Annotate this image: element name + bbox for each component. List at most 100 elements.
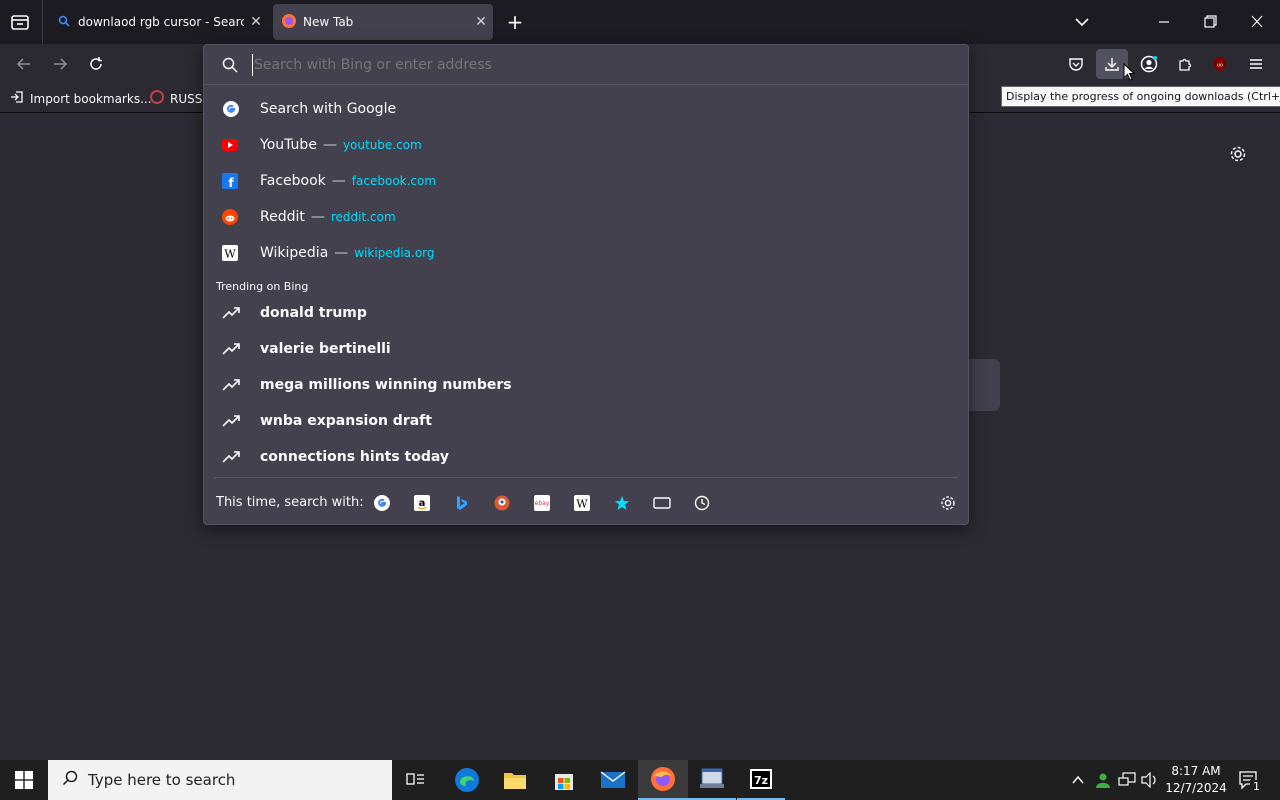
- duckduckgo-engine-icon[interactable]: [492, 493, 512, 513]
- volume-icon[interactable]: [1141, 771, 1159, 792]
- site-row-youtube[interactable]: YouTube — youtube.com: [216, 127, 956, 163]
- trending-arrow-icon: [222, 303, 250, 323]
- svg-text:f: f: [228, 176, 234, 189]
- trending-row[interactable]: donald trump: [216, 295, 956, 331]
- trending-row[interactable]: connections hints today: [216, 439, 956, 475]
- edge-icon[interactable]: [443, 760, 491, 800]
- reload-icon[interactable]: [84, 52, 108, 76]
- forward-icon[interactable]: [48, 52, 72, 76]
- trending-row[interactable]: wnba expansion draft: [216, 403, 956, 439]
- bookmark-russi[interactable]: RUSSI: [150, 90, 206, 107]
- urlbar-dropdown: Search with Google YouTube — youtube.com…: [203, 44, 969, 525]
- downloads-tooltip: Display the progress of ongoing download…: [1001, 86, 1280, 107]
- svg-text:W: W: [576, 498, 588, 511]
- list-all-tabs-icon[interactable]: [1070, 12, 1094, 32]
- menu-icon[interactable]: [1244, 52, 1268, 76]
- import-icon: [10, 90, 30, 107]
- svg-text:uo: uo: [1217, 63, 1223, 69]
- site-row-reddit[interactable]: Reddit — reddit.com: [216, 199, 956, 235]
- bing-engine-icon[interactable]: [452, 493, 472, 513]
- site-url: youtube.com: [342, 138, 422, 152]
- trending-row[interactable]: mega millions winning numbers: [216, 367, 956, 403]
- site-url: facebook.com: [351, 174, 437, 188]
- separator: —: [334, 245, 349, 261]
- tray-app-icon[interactable]: [1094, 771, 1112, 793]
- minimize-window-icon[interactable]: [1152, 12, 1176, 32]
- tabs-icon[interactable]: [652, 493, 672, 513]
- trending-arrow-icon: [222, 447, 250, 467]
- settings-gear-icon[interactable]: [1229, 145, 1249, 165]
- tab-new-tab[interactable]: New Tab ✕: [273, 4, 493, 40]
- search-with-label: This time, search with:: [216, 495, 364, 510]
- bookmark-label: Import bookmarks...: [30, 91, 152, 106]
- trending-label: donald trump: [260, 305, 367, 321]
- tab-search[interactable]: downlaod rgb cursor - Search ✕: [50, 4, 268, 40]
- site-name: Wikipedia: [260, 245, 329, 261]
- back-icon[interactable]: [12, 52, 36, 76]
- show-hidden-icons-chevron-icon[interactable]: [1071, 772, 1085, 791]
- search-icon: [58, 15, 78, 30]
- trending-arrow-icon: [222, 375, 250, 395]
- tooltip-text: Display the progress of ongoing download…: [1006, 90, 1280, 103]
- network-icon[interactable]: [1118, 772, 1136, 792]
- ebay-engine-icon[interactable]: ebay: [532, 493, 552, 513]
- trending-label: connections hints today: [260, 449, 450, 465]
- restore-window-icon[interactable]: [1198, 12, 1222, 32]
- wikipedia-engine-icon[interactable]: W: [572, 493, 592, 513]
- address-bar-input[interactable]: [252, 54, 952, 76]
- amazon-engine-icon[interactable]: a: [412, 493, 432, 513]
- ublock-origin-icon[interactable]: uo: [1208, 52, 1232, 76]
- one-off-divider: [214, 477, 958, 478]
- mouse-cursor-icon: [1123, 62, 1136, 85]
- task-view-icon[interactable]: [392, 760, 440, 800]
- account-icon[interactable]: [1137, 52, 1161, 76]
- youtube-icon: [222, 135, 250, 155]
- trending-header: Trending on Bing: [216, 280, 309, 293]
- row-label: Search with Google: [260, 101, 397, 117]
- search-icon: [62, 770, 88, 790]
- bookmark-import[interactable]: Import bookmarks...: [10, 90, 152, 107]
- trending-label: wnba expansion draft: [260, 413, 432, 429]
- separator: —: [310, 209, 325, 225]
- search-with-google-row[interactable]: Search with Google: [216, 91, 956, 127]
- microsoft-store-icon[interactable]: [540, 760, 588, 800]
- clock-date: 12/7/2024: [1165, 781, 1227, 795]
- history-clock-icon[interactable]: [692, 493, 712, 513]
- urlbar-input-row: [204, 45, 968, 85]
- file-explorer-icon[interactable]: [491, 760, 539, 800]
- new-tab-button[interactable]: +: [503, 10, 527, 34]
- taskbar-search-placeholder: Type here to search: [88, 771, 236, 789]
- windows-start-icon[interactable]: [0, 760, 48, 800]
- firefox-taskbar-icon[interactable]: [638, 760, 688, 800]
- trending-label: valerie bertinelli: [260, 341, 391, 357]
- close-window-icon[interactable]: [1245, 12, 1269, 32]
- site-row-wikipedia[interactable]: W Wikipedia — wikipedia.org: [216, 235, 956, 271]
- mail-icon[interactable]: [589, 760, 637, 800]
- windows-taskbar: Type here to search 7z 8:17 AM 12/7/2024: [0, 760, 1280, 800]
- reddit-icon: [222, 207, 250, 227]
- close-tab-icon[interactable]: ✕: [244, 14, 268, 30]
- google-engine-icon[interactable]: [372, 493, 392, 513]
- clock-time: 8:17 AM: [1171, 764, 1221, 778]
- close-tab-icon[interactable]: ✕: [469, 14, 493, 30]
- tab-title: downlaod rgb cursor - Search: [78, 15, 244, 29]
- 7zip-icon[interactable]: 7z: [737, 760, 785, 800]
- clock[interactable]: 8:17 AM 12/7/2024: [1164, 763, 1228, 797]
- firefox-view-icon[interactable]: [8, 10, 32, 34]
- svg-text:a: a: [419, 498, 426, 509]
- search-icon: [222, 57, 238, 77]
- search-settings-gear-icon[interactable]: [938, 493, 958, 513]
- svg-text:7z: 7z: [754, 774, 768, 787]
- pocket-icon[interactable]: [1064, 52, 1088, 76]
- app-window-icon[interactable]: [688, 760, 736, 800]
- taskbar-search-box[interactable]: Type here to search: [48, 760, 392, 800]
- bookmark-label: RUSSI: [170, 91, 206, 106]
- bookmarks-star-icon[interactable]: [612, 493, 632, 513]
- google-icon: [222, 99, 250, 119]
- site-row-facebook[interactable]: f Facebook — facebook.com: [216, 163, 956, 199]
- svg-text:ebay: ebay: [535, 500, 550, 507]
- trending-row[interactable]: valerie bertinelli: [216, 331, 956, 367]
- site-name: Reddit: [260, 209, 305, 225]
- extensions-icon[interactable]: [1173, 52, 1197, 76]
- trending-label: mega millions winning numbers: [260, 377, 512, 393]
